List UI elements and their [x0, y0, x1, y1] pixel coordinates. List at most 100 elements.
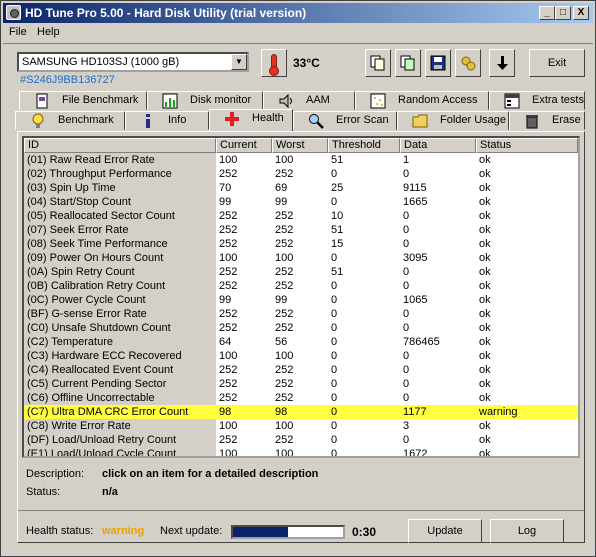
- cell-worst: 252: [275, 266, 294, 278]
- table-row[interactable]: (0B) Calibration Retry Count 252 252 0 0 ok: [24, 279, 578, 293]
- cell-data: 0: [403, 322, 410, 334]
- extra-tests-icon: [504, 93, 520, 109]
- tab-error-scan[interactable]: Error Scan: [293, 111, 397, 130]
- drive-select[interactable]: SAMSUNG HD103SJ (1000 gB) ▼: [17, 52, 249, 72]
- cell-id: (01) Raw Read Error Rate: [24, 153, 216, 167]
- cell-current: 99: [219, 294, 232, 306]
- table-row[interactable]: (01) Raw Read Error Rate 100 100 51 1 ok: [24, 153, 578, 167]
- cell-id: (C6) Offline Uncorrectable: [24, 391, 216, 405]
- table-row[interactable]: (05) Reallocated Sector Count 252 252 10 0 ok: [24, 209, 578, 223]
- maximize-button[interactable]: □: [555, 6, 571, 20]
- update-button[interactable]: Update: [408, 519, 482, 543]
- options-button[interactable]: [455, 49, 481, 77]
- cell-id: (02) Throughput Performance: [24, 167, 216, 181]
- tab-disk-monitor[interactable]: Disk monitor: [147, 91, 263, 110]
- table-row[interactable]: (DF) Load/Unload Retry Count 252 252 0 0 ok: [24, 433, 578, 447]
- save-button[interactable]: [425, 49, 451, 77]
- cell-current: 100: [219, 448, 238, 458]
- cell-data: 0: [403, 210, 410, 222]
- cell-id: (05) Reallocated Sector Count: [24, 209, 216, 223]
- app-window: HD Tune Pro 5.00 - Hard Disk Utility (tr…: [0, 0, 596, 557]
- drive-serial: #S246J9BB136727: [20, 74, 115, 86]
- table-row[interactable]: (C8) Write Error Rate 100 100 0 3 ok: [24, 419, 578, 433]
- cell-data: 1665: [403, 196, 428, 208]
- table-row[interactable]: (C5) Current Pending Sector 252 252 0 0 ok: [24, 377, 578, 391]
- cell-id: (0C) Power Cycle Count: [24, 293, 216, 307]
- minimize-button[interactable]: _: [539, 6, 555, 20]
- cell-worst: 252: [275, 168, 294, 180]
- magnifier-icon: [309, 114, 324, 129]
- table-row[interactable]: (E1) Load/Unload Cycle Count 100 100 0 1672 o…: [24, 447, 578, 458]
- table-row[interactable]: (08) Seek Time Performance 252 252 15 0 ok: [24, 237, 578, 251]
- cell-threshold: 0: [331, 294, 338, 306]
- cell-status: ok: [479, 434, 491, 446]
- table-row[interactable]: (04) Start/Stop Count 99 99 0 1665 ok: [24, 195, 578, 209]
- log-button[interactable]: Log: [490, 519, 564, 543]
- thermometer-bulb: [269, 66, 279, 76]
- table-row[interactable]: (C4) Reallocated Event Count 252 252 0 0 ok: [24, 363, 578, 377]
- tab-info[interactable]: Info: [125, 111, 209, 130]
- cell-status: ok: [479, 266, 491, 278]
- table-row[interactable]: (C0) Unsafe Shutdown Count 252 252 0 0 ok: [24, 321, 578, 335]
- tab-label: Random Access: [398, 94, 478, 106]
- table-row[interactable]: (C7) Ultra DMA CRC Error Count 98 98 0 1177 w…: [24, 405, 578, 419]
- menu-help[interactable]: Help: [37, 26, 60, 38]
- column-header-current[interactable]: Current: [216, 138, 272, 153]
- progress-fill: [233, 527, 288, 537]
- table-row[interactable]: (0C) Power Cycle Count 99 99 0 1065 ok: [24, 293, 578, 307]
- cell-current: 252: [219, 434, 238, 446]
- table-row[interactable]: (09) Power On Hours Count 100 100 0 3095 ok: [24, 251, 578, 265]
- chevron-down-icon[interactable]: ▼: [231, 54, 247, 70]
- table-row[interactable]: (C2) Temperature 64 56 0 786465 ok: [24, 335, 578, 349]
- tab-benchmark[interactable]: Benchmark: [15, 111, 125, 130]
- copy-screenshot-button[interactable]: [395, 49, 421, 77]
- cell-worst: 56: [275, 336, 288, 348]
- cell-data: 0: [403, 168, 410, 180]
- cell-worst: 100: [275, 420, 294, 432]
- lightbulb-icon: [32, 113, 44, 128]
- tab-label: Benchmark: [58, 114, 114, 126]
- copy-icon: [370, 55, 385, 71]
- start-button[interactable]: [489, 49, 515, 77]
- health-cross-icon: [225, 112, 239, 126]
- tab-aam[interactable]: AAM: [263, 91, 355, 110]
- cell-worst: 100: [275, 448, 294, 458]
- cell-threshold: 51: [331, 266, 344, 278]
- column-header-status[interactable]: Status: [476, 138, 578, 153]
- cell-threshold: 0: [331, 252, 338, 264]
- column-header-id[interactable]: ID: [24, 138, 216, 153]
- column-header-data[interactable]: Data: [400, 138, 476, 153]
- tab-random-access[interactable]: Random Access: [355, 91, 489, 110]
- tab-erase[interactable]: Erase: [509, 111, 585, 130]
- cell-status: ok: [479, 182, 491, 194]
- tab-file-benchmark[interactable]: File Benchmark: [19, 91, 147, 110]
- table-row[interactable]: (BF) G-sense Error Rate 252 252 0 0 ok: [24, 307, 578, 321]
- tab-extra-tests[interactable]: Extra tests: [489, 91, 585, 110]
- menu-file[interactable]: File: [9, 26, 27, 38]
- table-row[interactable]: (C6) Offline Uncorrectable 252 252 0 0 ok: [24, 391, 578, 405]
- cell-worst: 69: [275, 182, 288, 194]
- table-row[interactable]: (C3) Hardware ECC Recovered 100 100 0 0 ok: [24, 349, 578, 363]
- table-row[interactable]: (0A) Spin Retry Count 252 252 51 0 ok: [24, 265, 578, 279]
- cell-id: (C8) Write Error Rate: [24, 419, 216, 433]
- cell-status: ok: [479, 392, 491, 404]
- copy-info-button[interactable]: [365, 49, 391, 77]
- table-row[interactable]: (02) Throughput Performance 252 252 0 0 ok: [24, 167, 578, 181]
- disk-monitor-icon: [162, 93, 178, 109]
- exit-button[interactable]: Exit: [529, 49, 585, 77]
- cell-current: 252: [219, 378, 238, 390]
- close-button[interactable]: X: [573, 6, 589, 20]
- cell-current: 64: [219, 336, 232, 348]
- tab-folder-usage[interactable]: Folder Usage: [397, 111, 509, 130]
- tab-health[interactable]: Health: [209, 109, 293, 131]
- column-header-threshold[interactable]: Threshold: [328, 138, 400, 153]
- cell-data: 0: [403, 308, 410, 320]
- tab-label: Extra tests: [532, 94, 584, 106]
- temperature-button[interactable]: [261, 49, 287, 77]
- table-row[interactable]: (03) Spin Up Time 70 69 25 9115 ok: [24, 181, 578, 195]
- table-row[interactable]: (07) Seek Error Rate 252 252 51 0 ok: [24, 223, 578, 237]
- cell-worst: 252: [275, 308, 294, 320]
- cell-current: 252: [219, 308, 238, 320]
- next-update-label: Next update:: [160, 525, 223, 537]
- column-header-worst[interactable]: Worst: [272, 138, 328, 153]
